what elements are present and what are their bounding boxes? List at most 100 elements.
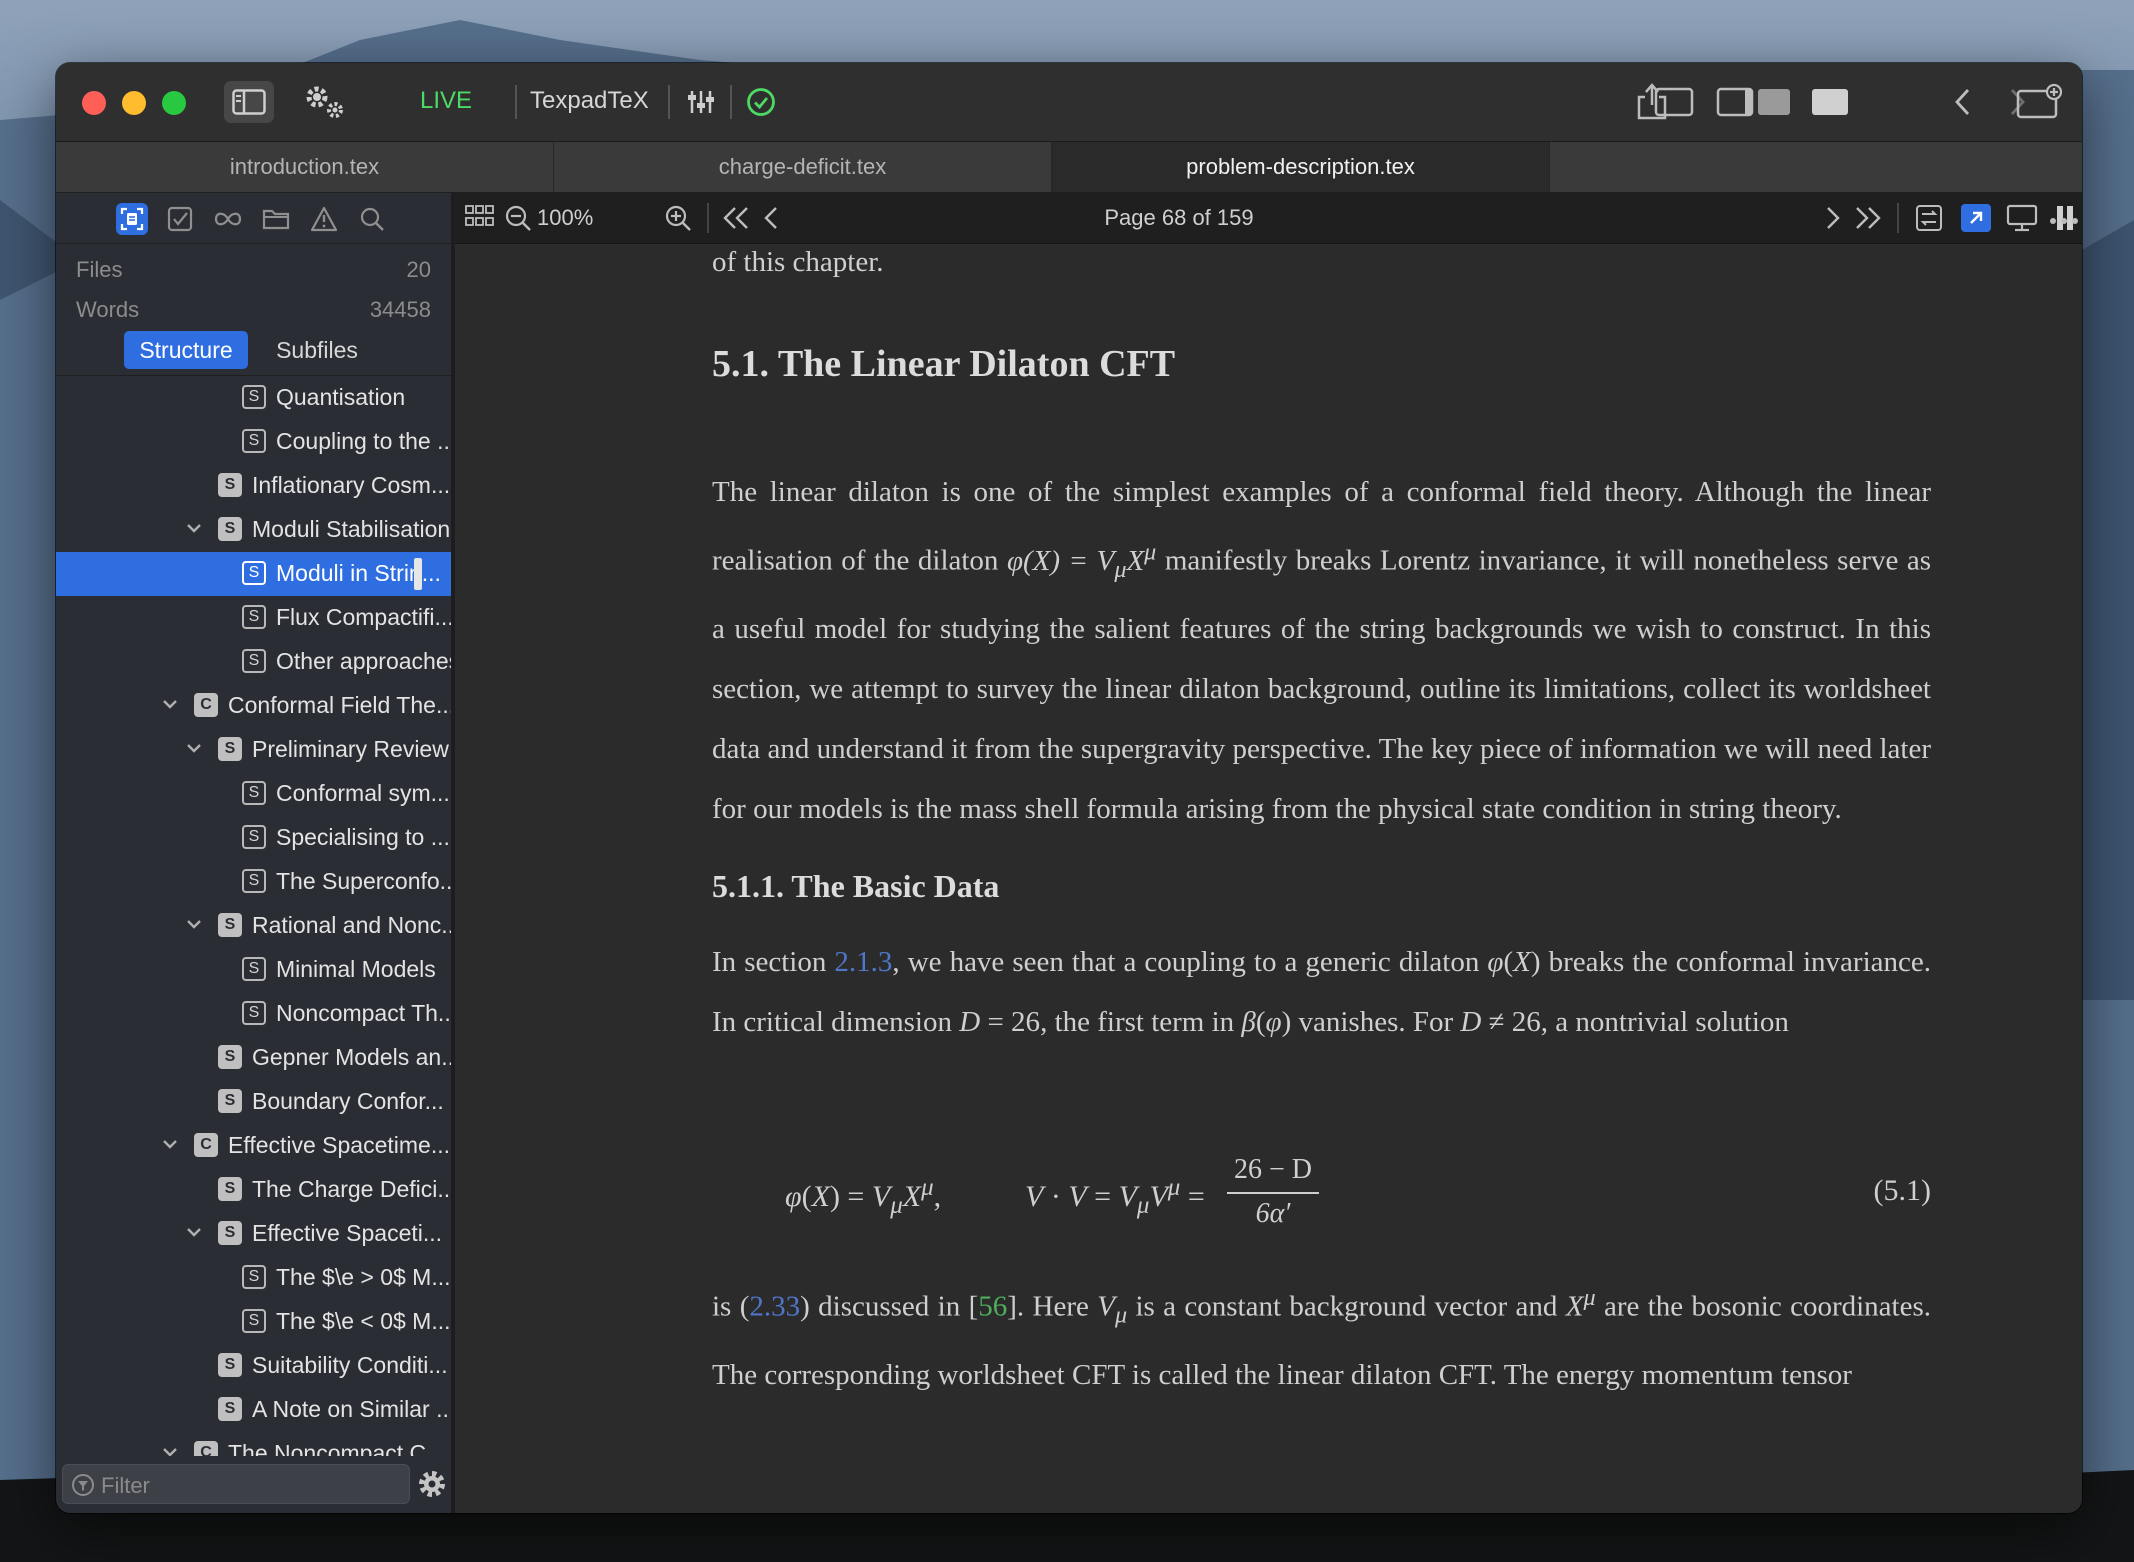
chevron-down-icon[interactable]: [184, 914, 204, 934]
tree-item[interactable]: S Inflationary Cosm...: [56, 464, 451, 508]
section-icon: S: [218, 737, 242, 761]
more-options-button[interactable]: [2049, 213, 2079, 224]
tree-item[interactable]: S Moduli in Strin...: [56, 552, 451, 596]
toolbar-divider: [730, 85, 732, 119]
last-page-button[interactable]: [1851, 202, 1885, 234]
app-window: LIVE TexpadTeX introduction.tex charge-d…: [56, 63, 2082, 1513]
chevron-down-icon[interactable]: [184, 1222, 204, 1242]
files-tool-button[interactable]: [260, 203, 292, 235]
tree-item[interactable]: C The Noncompact C...: [56, 1432, 451, 1456]
sliders-icon: [688, 91, 714, 113]
equation-followup-paragraph: is (2.33) discussed in [56]. Here Vμ is …: [712, 1284, 1932, 1392]
tree-item[interactable]: S Minimal Models: [56, 948, 451, 992]
search-tool-button[interactable]: [356, 203, 388, 235]
tree-item[interactable]: S Preliminary Review: [56, 728, 451, 772]
section-icon: S: [242, 869, 266, 893]
filter-input[interactable]: Filter: [62, 1464, 410, 1504]
tree-item[interactable]: S Rational and Nonc...: [56, 904, 451, 948]
sidebar-toolbar: [56, 193, 451, 244]
tree-item[interactable]: S Effective Spaceti...: [56, 1212, 451, 1256]
new-tab-button[interactable]: [2014, 81, 2064, 121]
layout-editor-only-button[interactable]: [1652, 85, 1696, 119]
outline-tool-button[interactable]: [116, 203, 148, 235]
subsection-heading: 5.1.1. The Basic Data: [712, 868, 1000, 904]
structure-tree: S Quantisation S Coupling to the ... S Inflat…: [56, 376, 451, 1456]
tree-item[interactable]: S Suitability Conditi...: [56, 1344, 451, 1388]
section-icon: S: [242, 1309, 266, 1333]
next-page-button[interactable]: [1821, 202, 1845, 234]
equation-reference-link[interactable]: 2.33: [749, 1291, 800, 1323]
layout-split-button[interactable]: [1714, 85, 1794, 119]
tree-item[interactable]: S Conformal sym...: [56, 772, 451, 816]
auto-sync-toggle[interactable]: [1961, 204, 1991, 232]
tree-item[interactable]: S Boundary Confor...: [56, 1080, 451, 1124]
tree-item[interactable]: S The Superconfo...: [56, 860, 451, 904]
references-tool-button[interactable]: [212, 203, 244, 235]
chevron-down-icon[interactable]: [160, 1442, 180, 1456]
words-label: Words: [76, 297, 140, 322]
issues-tool-button[interactable]: [308, 203, 340, 235]
section-icon: S: [218, 1177, 242, 1201]
tree-item[interactable]: S The $\e > 0$ M...: [56, 1256, 451, 1300]
new-tab-icon: [2016, 83, 2062, 119]
chevron-down-icon[interactable]: [184, 738, 204, 758]
tree-item[interactable]: C Effective Spacetime...: [56, 1124, 451, 1168]
presentation-button[interactable]: [2005, 202, 2039, 234]
tree-item-label: The Superconfo...: [276, 868, 451, 894]
minimize-window-button[interactable]: [122, 91, 146, 115]
preview-pane-icon: [1812, 89, 1848, 115]
tree-item-label: Boundary Confor...: [252, 1088, 444, 1114]
tree-item-label: Conformal sym...: [276, 780, 450, 806]
close-window-button[interactable]: [82, 91, 106, 115]
tree-item[interactable]: S A Note on Similar ...: [56, 1388, 451, 1432]
tree-item[interactable]: C Conformal Field The...: [56, 684, 451, 728]
sync-source-button[interactable]: [1913, 202, 1945, 234]
tree-item[interactable]: S The Charge Defici...: [56, 1168, 451, 1212]
todo-tool-button[interactable]: [164, 203, 196, 235]
section-icon: S: [242, 605, 266, 629]
check-circle-icon: [747, 88, 775, 116]
toggle-sidebar-button[interactable]: [224, 81, 274, 123]
tree-item[interactable]: S Coupling to the ...: [56, 420, 451, 464]
paragraph-fragment: of this chapter.: [712, 246, 884, 278]
tree-item[interactable]: S Noncompact Th...: [56, 992, 451, 1036]
tree-item[interactable]: S The $\e < 0$ M...: [56, 1300, 451, 1344]
filter-bar: Filter: [56, 1456, 451, 1513]
zoom-window-button[interactable]: [162, 91, 186, 115]
citation-link[interactable]: 56: [978, 1291, 1007, 1323]
section-icon: S: [218, 473, 242, 497]
tree-item[interactable]: S Specialising to ...: [56, 816, 451, 860]
section-reference-link[interactable]: 2.1.3: [834, 946, 892, 978]
back-button[interactable]: [1946, 85, 1980, 119]
monitor-icon: [2006, 204, 2038, 232]
tab-charge-deficit[interactable]: charge-deficit.tex: [554, 142, 1052, 192]
typeset-engine-selector[interactable]: TexpadTeX: [530, 87, 649, 115]
chevron-down-icon[interactable]: [160, 694, 180, 714]
words-count: 34458: [369, 297, 431, 322]
layout-preview-only-button[interactable]: [1808, 85, 1852, 119]
typeset-status-button[interactable]: [744, 85, 778, 119]
warning-icon: [310, 206, 338, 232]
chevron-down-icon[interactable]: [160, 1134, 180, 1154]
segment-subfiles[interactable]: Subfiles: [262, 331, 372, 369]
typeset-settings-button[interactable]: [300, 81, 350, 123]
chevron-down-icon[interactable]: [184, 518, 204, 538]
viewer-toolbar: 100% Page 68 of 159: [455, 193, 2082, 244]
live-typeset-toggle[interactable]: LIVE: [420, 87, 472, 115]
engine-options-button[interactable]: [684, 85, 718, 119]
tree-item[interactable]: S Moduli Stabilisation: [56, 508, 451, 552]
toolbar-divider: [1897, 203, 1899, 233]
tree-item[interactable]: S Gepner Models an...: [56, 1036, 451, 1080]
sidebar-settings-button[interactable]: [416, 1468, 448, 1500]
section-icon: S: [242, 1265, 266, 1289]
tab-problem-description[interactable]: problem-description.tex: [1052, 142, 1550, 192]
files-label: Files: [76, 257, 123, 282]
tree-item[interactable]: S Quantisation: [56, 376, 451, 420]
tree-item-label: Suitability Conditi...: [252, 1352, 448, 1378]
tree-item-label: Preliminary Review: [252, 736, 449, 762]
tree-item[interactable]: S Other approaches: [56, 640, 451, 684]
tab-introduction[interactable]: introduction.tex: [56, 142, 554, 192]
tree-item[interactable]: S Flux Compactifi...: [56, 596, 451, 640]
section-icon: S: [242, 649, 266, 673]
segment-structure[interactable]: Structure: [124, 331, 248, 369]
